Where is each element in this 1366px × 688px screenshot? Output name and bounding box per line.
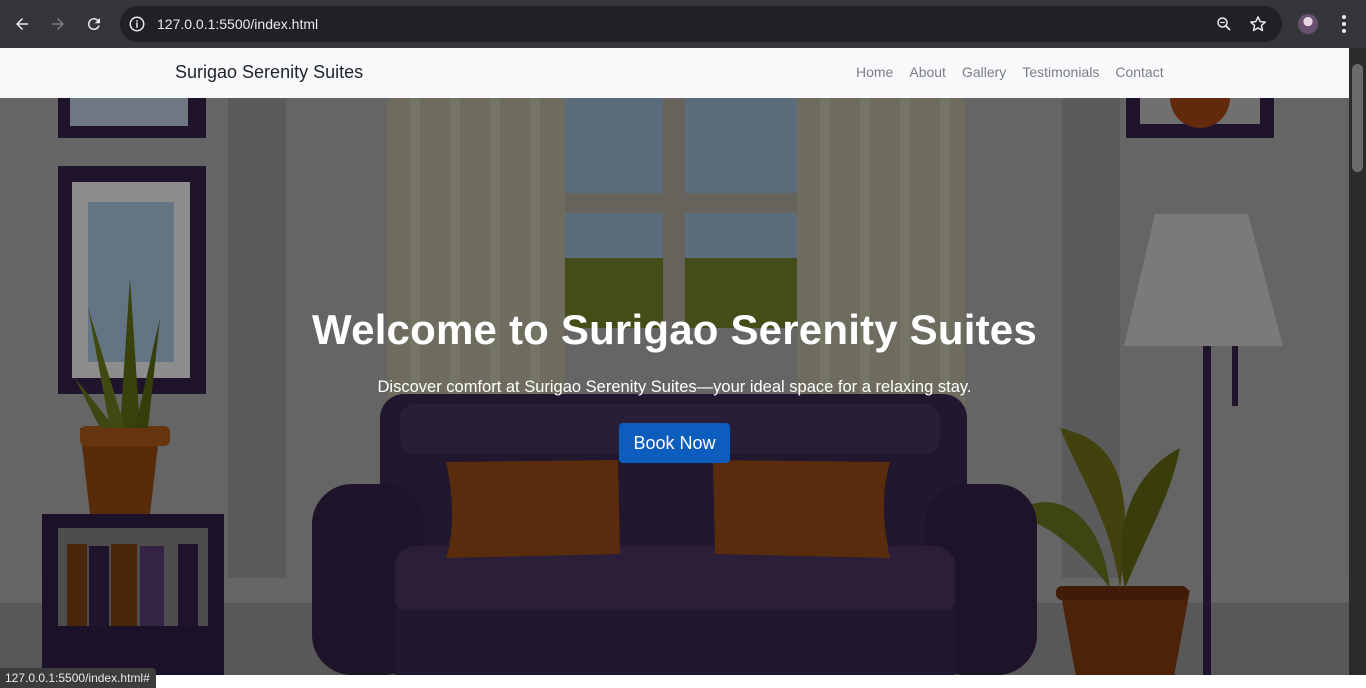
- nav-link-testimonials[interactable]: Testimonials: [1014, 64, 1107, 80]
- nav-links: Home About Gallery Testimonials Contact: [848, 64, 1172, 80]
- page-viewport: Surigao Serenity Suites Home About Galle…: [0, 48, 1349, 675]
- hero-subtitle: Discover comfort at Surigao Serenity Sui…: [377, 378, 972, 396]
- site-info-icon[interactable]: [128, 15, 146, 33]
- link-status-tooltip: 127.0.0.1:5500/index.html#: [0, 668, 156, 688]
- back-arrow-icon[interactable]: [10, 12, 34, 36]
- forward-arrow-icon[interactable]: [46, 12, 70, 36]
- brand-link[interactable]: Surigao Serenity Suites: [175, 62, 363, 83]
- scrollbar-thumb[interactable]: [1352, 64, 1363, 172]
- zoom-icon[interactable]: [1215, 15, 1233, 33]
- site-navbar: Surigao Serenity Suites Home About Galle…: [0, 48, 1349, 98]
- browser-toolbar: 127.0.0.1:5500/index.html: [0, 0, 1366, 48]
- hero-title: Welcome to Surigao Serenity Suites: [312, 306, 1037, 353]
- reload-icon[interactable]: [82, 12, 106, 36]
- kebab-menu-icon[interactable]: [1334, 12, 1354, 36]
- nav-link-contact[interactable]: Contact: [1107, 64, 1171, 80]
- book-now-button[interactable]: Book Now: [619, 423, 730, 463]
- hero-section: Welcome to Surigao Serenity Suites Disco…: [0, 98, 1349, 675]
- nav-link-home[interactable]: Home: [848, 64, 901, 80]
- nav-link-about[interactable]: About: [901, 64, 954, 80]
- page-bottom-edge: [0, 675, 1366, 688]
- bookmark-star-icon[interactable]: [1248, 14, 1268, 34]
- profile-avatar[interactable]: [1298, 14, 1318, 34]
- address-bar[interactable]: 127.0.0.1:5500/index.html: [120, 6, 1282, 42]
- nav-link-gallery[interactable]: Gallery: [954, 64, 1014, 80]
- page-scrollbar[interactable]: [1349, 48, 1366, 675]
- url-text[interactable]: 127.0.0.1:5500/index.html: [157, 16, 318, 32]
